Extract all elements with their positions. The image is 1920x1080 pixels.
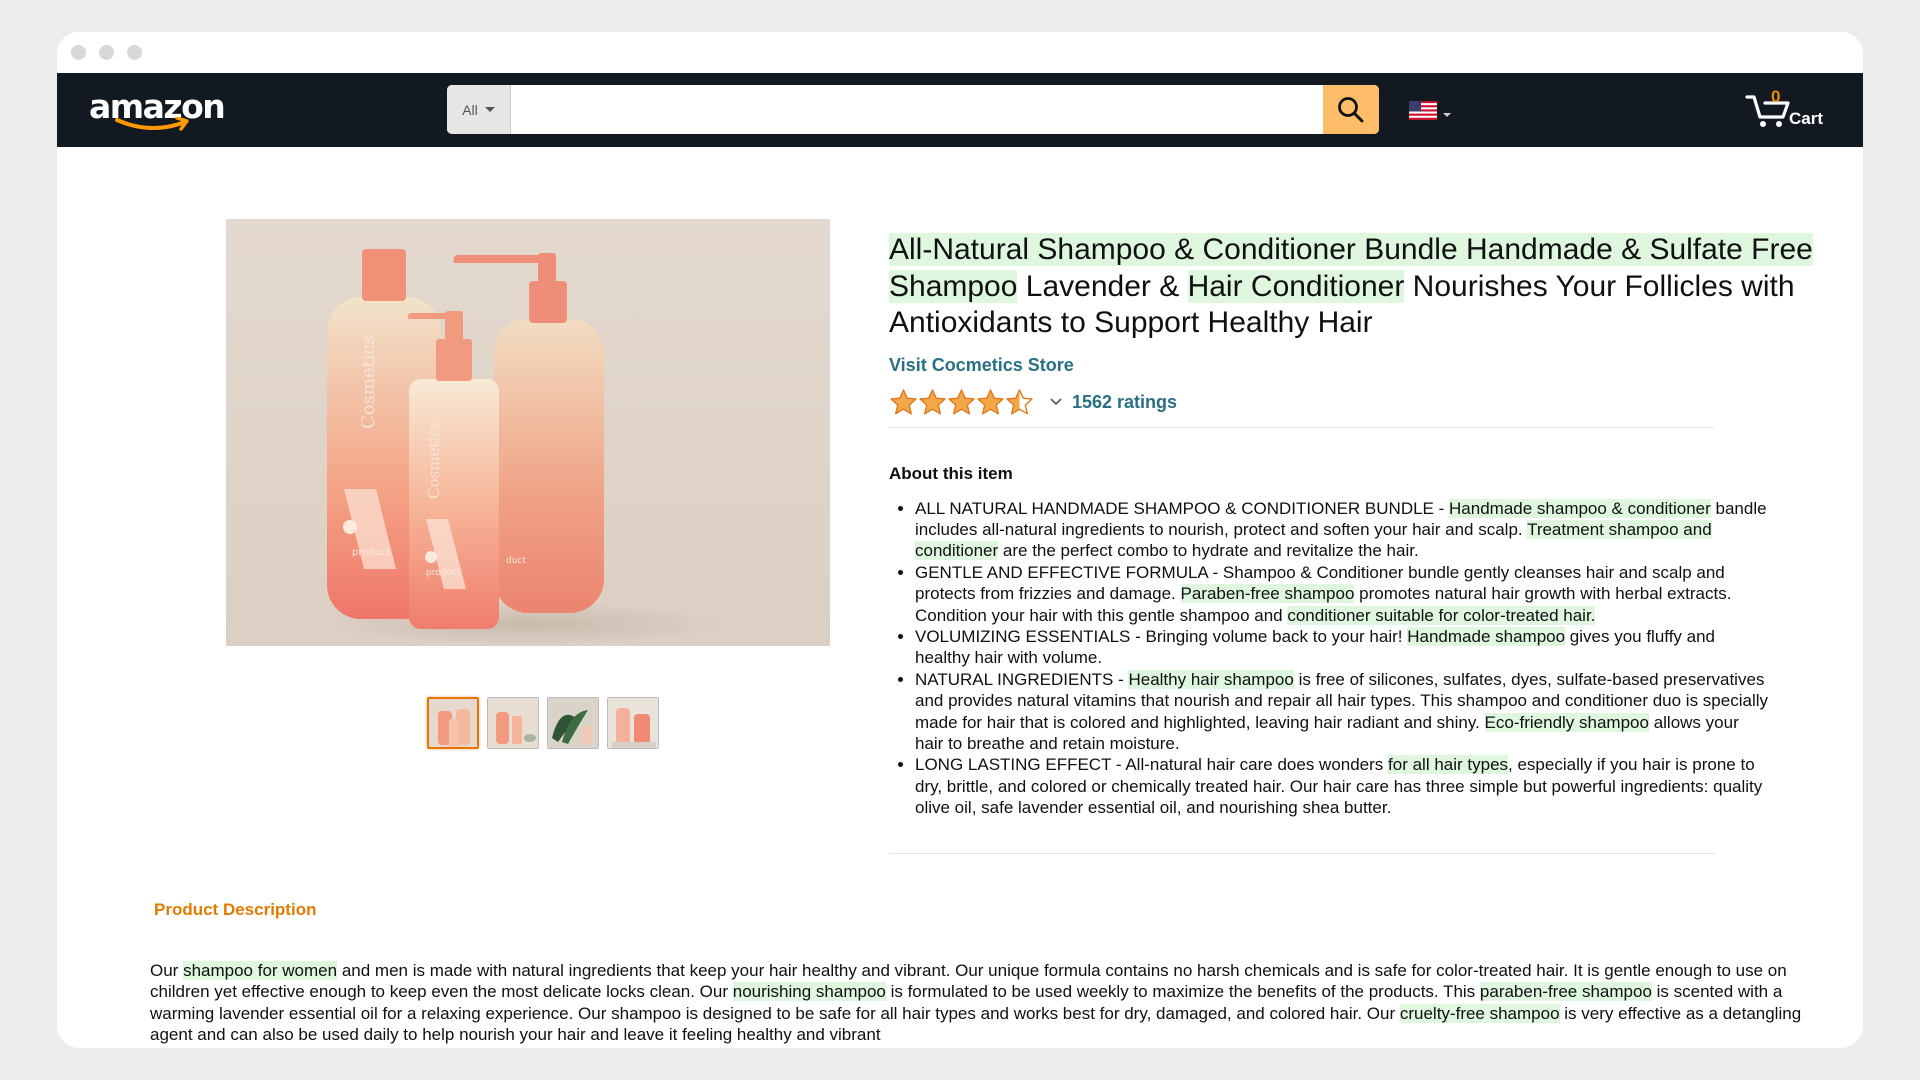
highlighted-phrase: Paraben-free shampoo bbox=[1180, 584, 1355, 604]
highlighted-phrase: conditioner suitable for color-treated h… bbox=[1287, 605, 1596, 625]
us-flag-icon bbox=[1409, 101, 1437, 120]
text-run: VOLUMIZING ESSENTIALS - Bringing volume … bbox=[915, 626, 1408, 646]
window-control-dot[interactable] bbox=[71, 45, 86, 60]
browser-window: amazon All 0 Cart Cosmetics product Cosm… bbox=[57, 32, 1863, 1048]
caret-down-icon bbox=[484, 107, 495, 112]
text-run: is formulated to be used weekly to maxim… bbox=[885, 982, 1480, 1002]
highlighted-phrase: Handmade shampoo bbox=[1407, 626, 1566, 646]
product-info: All-Natural Shampoo & Conditioner Bundle… bbox=[889, 232, 1819, 854]
star-half-icon bbox=[1006, 388, 1033, 414]
thumbnail-4[interactable] bbox=[607, 697, 659, 749]
window-titlebar bbox=[57, 32, 1863, 73]
svg-text:Cosmetics: Cosmetics bbox=[425, 421, 443, 499]
highlighted-phrase: Healthy hair shampoo bbox=[1128, 669, 1294, 689]
cart-button[interactable]: 0 Cart bbox=[1745, 85, 1845, 135]
visit-store-link[interactable]: Visit Cocmetics Store bbox=[889, 355, 1819, 376]
highlighted-phrase: for all hair types bbox=[1388, 755, 1509, 775]
text-run: Our bbox=[150, 961, 184, 980]
star-full-icon bbox=[890, 388, 917, 414]
search-button[interactable] bbox=[1323, 85, 1379, 134]
highlighted-phrase: Handmade shampoo & conditioner bbox=[1449, 498, 1711, 518]
rating-row: 1562 ratings bbox=[889, 388, 1714, 428]
thumbnail-image-icon bbox=[488, 698, 538, 748]
cart-icon bbox=[1745, 95, 1790, 127]
about-bullet-item: NATURAL INGREDIENTS - Healthy hair shamp… bbox=[915, 669, 1769, 755]
highlighted-phrase: Eco-friendly shampoo bbox=[1484, 712, 1649, 732]
product-photo-bottles: Cosmetics product Cosmetics product duct bbox=[226, 219, 830, 646]
search-category-label: All bbox=[462, 101, 478, 118]
thumbnail-2[interactable] bbox=[487, 697, 539, 749]
thumbnail-image-icon bbox=[429, 699, 477, 747]
about-bullet-item: LONG LASTING EFFECT - All-natural hair c… bbox=[915, 754, 1769, 818]
cart-label: Cart bbox=[1789, 109, 1824, 128]
highlighted-phrase: paraben-free shampoo bbox=[1479, 982, 1652, 1002]
window-control-dot[interactable] bbox=[99, 45, 114, 60]
product-description-text: Our shampoo for women and men is made wi… bbox=[150, 960, 1810, 1046]
about-bullet-item: ALL NATURAL HANDMADE SHAMPOO & CONDITION… bbox=[915, 498, 1769, 562]
about-heading: About this item bbox=[889, 463, 1013, 483]
about-bullet-list: ALL NATURAL HANDMADE SHAMPOO & CONDITION… bbox=[889, 498, 1769, 819]
highlighted-phrase: All-Natural Shampoo & Conditioner Bundle bbox=[889, 233, 1466, 266]
product-title: All-Natural Shampoo & Conditioner Bundle… bbox=[889, 232, 1819, 342]
star-rating[interactable] bbox=[889, 388, 1034, 417]
cart-count-badge: 0 bbox=[1771, 87, 1781, 106]
language-selector[interactable] bbox=[1409, 101, 1451, 120]
svg-text:product: product bbox=[352, 547, 391, 558]
ratings-count-link[interactable]: 1562 ratings bbox=[1072, 392, 1177, 413]
text-run: LONG LASTING EFFECT - All-natural hair c… bbox=[915, 755, 1389, 775]
amazon-logo[interactable]: amazon bbox=[89, 87, 226, 135]
window-control-dot[interactable] bbox=[127, 45, 142, 60]
section-divider bbox=[889, 852, 1714, 854]
star-full-icon bbox=[919, 388, 946, 414]
text-run: NATURAL INGREDIENTS - bbox=[915, 669, 1129, 689]
svg-text:Cosmetics: Cosmetics bbox=[358, 335, 379, 429]
highlighted-phrase: cruelty-free shampoo bbox=[1399, 1003, 1560, 1023]
text-run: ALL NATURAL HANDMADE SHAMPOO & CONDITION… bbox=[915, 498, 1450, 518]
logo-smile-icon bbox=[115, 117, 189, 131]
caret-down-icon bbox=[1443, 112, 1451, 117]
highlighted-phrase: Hair Conditioner bbox=[1187, 269, 1405, 303]
about-bullet-item: GENTLE AND EFFECTIVE FORMULA - Shampoo &… bbox=[915, 562, 1769, 626]
text-run: Lavender & bbox=[1017, 269, 1188, 303]
star-full-icon bbox=[977, 388, 1004, 414]
about-bullet-item: VOLUMIZING ESSENTIALS - Bringing volume … bbox=[915, 626, 1769, 669]
text-run: are the perfect combo to hydrate and rev… bbox=[998, 541, 1419, 561]
thumbnail-strip bbox=[427, 697, 659, 749]
svg-text:product: product bbox=[426, 568, 461, 578]
thumbnail-image-icon bbox=[548, 698, 598, 748]
search-icon bbox=[1338, 96, 1364, 122]
top-navbar: amazon All 0 Cart bbox=[57, 73, 1863, 147]
search-category-dropdown[interactable]: All bbox=[447, 85, 511, 134]
search-input[interactable] bbox=[511, 85, 1323, 134]
highlighted-phrase: shampoo for women bbox=[183, 961, 338, 980]
thumbnail-3[interactable] bbox=[547, 697, 599, 749]
product-description-heading: Product Description bbox=[154, 900, 317, 919]
svg-text:duct: duct bbox=[506, 556, 526, 566]
main-product-image[interactable]: Cosmetics product Cosmetics product duct bbox=[226, 219, 830, 646]
thumbnail-image-icon bbox=[608, 698, 658, 748]
thumbnail-1[interactable] bbox=[427, 697, 479, 749]
star-full-icon bbox=[948, 388, 975, 414]
chevron-down-icon[interactable] bbox=[1050, 398, 1062, 406]
highlighted-phrase: nourishing shampoo bbox=[732, 982, 886, 1002]
search-bar: All bbox=[447, 85, 1379, 134]
